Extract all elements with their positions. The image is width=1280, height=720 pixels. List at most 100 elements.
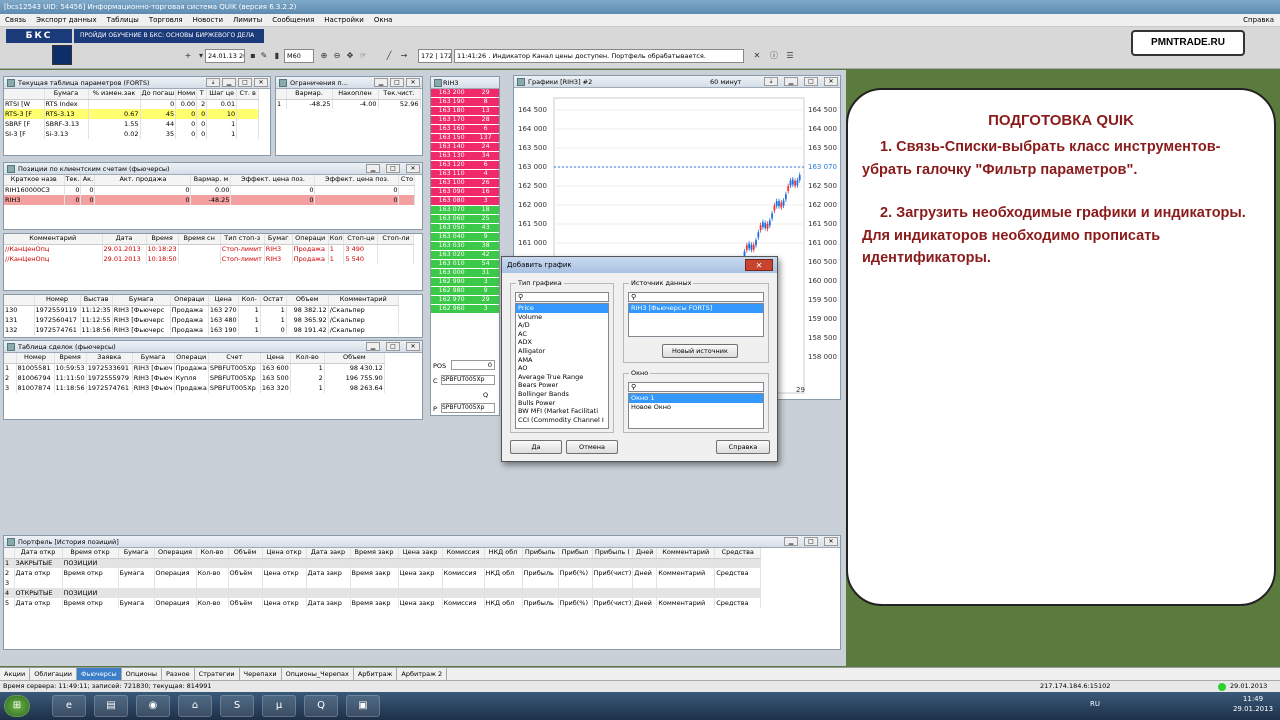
- volume-cell[interactable]: 42: [472, 250, 499, 261]
- portfolio-window-title[interactable]: Портфель [История позиций] ▁ □ ✕: [4, 536, 840, 548]
- price-cell[interactable]: 163 000: [431, 268, 473, 279]
- list-item[interactable]: BW MFI (Market Facilitati: [516, 407, 608, 416]
- window-search[interactable]: ⚲: [628, 382, 764, 392]
- col-header[interactable]: Номи: [175, 89, 198, 100]
- orderbook-buy-row[interactable]: 163 050 43: [431, 223, 499, 234]
- col-header[interactable]: Дата откр: [14, 548, 63, 559]
- stop-orders-window[interactable]: Комментарий Дата Время Время сн Тип стоп-з Бу…: [3, 233, 423, 291]
- table-row[interactable]: //КанЦенОпц 29.01.2013 10:18:23 Стоп-лимит R…: [4, 244, 415, 254]
- plus-icon[interactable]: +: [182, 50, 194, 62]
- volume-cell[interactable]: 26: [472, 178, 499, 189]
- volume-cell[interactable]: 13: [472, 106, 499, 117]
- orderbook-buy-row[interactable]: 163 040 9: [431, 232, 499, 243]
- chart-type-search[interactable]: ⚲: [515, 292, 609, 302]
- volume-cell[interactable]: 28: [472, 115, 499, 126]
- col-header[interactable]: Время закр: [350, 548, 399, 559]
- col-header[interactable]: Комментарий: [656, 548, 716, 559]
- message-field[interactable]: 11:41:26 . Индикатор Канал цены доступен…: [454, 49, 744, 63]
- col-header[interactable]: [4, 548, 15, 559]
- portfolio-window[interactable]: Портфель [История позиций] ▁ □ ✕ Дата от…: [3, 535, 841, 650]
- chart-type-list[interactable]: Price Volume A/D AC ADX Alligator AMA AO Average…: [515, 303, 609, 429]
- orderbook-buy-row[interactable]: 162 960 3: [431, 304, 499, 315]
- price-cell[interactable]: 163 080: [431, 196, 473, 207]
- workspace-tab[interactable]: Фьючерсы: [77, 668, 122, 680]
- sort-icon[interactable]: ⇣: [206, 78, 220, 87]
- sort-icon[interactable]: ⇣: [764, 77, 778, 86]
- table-row[interactable]: //КанЦенОпц 29.01.2013 10:18:50 Стоп-лимит R…: [4, 254, 415, 264]
- workspace-tab[interactable]: Арбитраж: [354, 668, 398, 680]
- workspace-tab[interactable]: Опционы: [122, 668, 162, 680]
- orderbook-buy-row[interactable]: 162 970 29: [431, 295, 499, 306]
- col-header[interactable]: Комиссия: [442, 548, 485, 559]
- orderbook-buy-row[interactable]: 163 070 18: [431, 205, 499, 216]
- orderbook-sell-row[interactable]: 163 150 137: [431, 133, 499, 144]
- lang-indicator[interactable]: RU: [1090, 700, 1100, 708]
- clock-time[interactable]: 11:49: [1230, 695, 1276, 703]
- minimize-button[interactable]: ▁: [374, 78, 388, 87]
- workspace-tab[interactable]: Облигации: [30, 668, 78, 680]
- list-item[interactable]: AO: [516, 364, 608, 373]
- orderbook-buy-row[interactable]: 163 000 31: [431, 268, 499, 279]
- price-cell[interactable]: 163 020: [431, 250, 473, 261]
- start-button[interactable]: ⊞: [4, 695, 30, 717]
- orderbook-buy-row[interactable]: 163 020 42: [431, 250, 499, 261]
- price-cell[interactable]: 163 110: [431, 169, 473, 180]
- quik-icon[interactable]: Q: [304, 695, 338, 717]
- info-icon[interactable]: ⓘ: [768, 50, 780, 62]
- close-button[interactable]: ✕: [824, 537, 838, 546]
- orderbook-sell-row[interactable]: 163 090 16: [431, 187, 499, 198]
- col-header[interactable]: % измен.зак: [88, 89, 141, 100]
- volume-cell[interactable]: 137: [472, 133, 499, 144]
- col-header[interactable]: Т: [196, 89, 208, 100]
- list-item[interactable]: Alligator: [516, 347, 608, 356]
- ie-icon[interactable]: e: [52, 695, 86, 717]
- volume-cell[interactable]: 31: [472, 268, 499, 279]
- network-icon[interactable]: ⌂: [178, 695, 212, 717]
- explorer-icon[interactable]: ▤: [94, 695, 128, 717]
- col-header[interactable]: Дней: [632, 548, 658, 559]
- volume-cell[interactable]: 25: [472, 214, 499, 225]
- price-cell[interactable]: 163 180: [431, 106, 473, 117]
- orderbook-sell-row[interactable]: 163 200 29: [431, 89, 499, 99]
- volume-cell[interactable]: 3: [472, 277, 499, 288]
- orderbook-buy-row[interactable]: 163 060 25: [431, 214, 499, 225]
- hand-icon[interactable]: ☞: [357, 50, 369, 62]
- table-row[interactable]: 2 81006794 11:11:50 1972555979 RIH3 [Фьюч Куп…: [4, 373, 385, 383]
- price-cell[interactable]: 163 190: [431, 97, 473, 108]
- price-cell[interactable]: 163 050: [431, 223, 473, 234]
- arrow-tool-icon[interactable]: →: [398, 50, 410, 62]
- orderbook-sell-row[interactable]: 163 130 34: [431, 151, 499, 162]
- table-row[interactable]: SBRF [F SBRF-3.13 1.55 44 0 0 1: [4, 119, 260, 129]
- cancel-button[interactable]: Отмена: [566, 440, 618, 454]
- minimize-button[interactable]: ▁: [366, 164, 380, 173]
- volume-cell[interactable]: 6: [472, 160, 499, 171]
- table-row[interactable]: 1 ЗАКРЫТЫЕ ПОЗИЦИИ: [4, 558, 762, 568]
- col-header[interactable]: Прибыль (: [592, 548, 634, 559]
- list-item[interactable]: AMA: [516, 356, 608, 365]
- menu-item-trading[interactable]: Торговля: [144, 14, 188, 27]
- close-button[interactable]: ✕: [406, 164, 420, 173]
- col-header[interactable]: Бумага: [44, 89, 89, 100]
- positions-window-title[interactable]: Позиции по клиентским счетам (фьючерсы) …: [4, 163, 422, 175]
- table-row[interactable]: 3: [4, 578, 762, 588]
- list-item[interactable]: AC: [516, 330, 608, 339]
- table-row[interactable]: 1 81005581 10:59:53 1972533691 RIH3 [Фьюч Про…: [4, 363, 385, 373]
- orderbook-sell-row[interactable]: 163 100 26: [431, 178, 499, 189]
- account-p-field[interactable]: SPBFUT005Xp: [441, 403, 495, 413]
- col-header[interactable]: Шаг це: [206, 89, 238, 100]
- list-item[interactable]: Average True Range: [516, 373, 608, 382]
- list-item[interactable]: Новое Окно: [629, 403, 763, 412]
- chart-window-title[interactable]: Графики [RIH3] #2 60 минут ⇣ ▁ □ ✕: [514, 76, 840, 88]
- volume-cell[interactable]: 4: [472, 169, 499, 180]
- workspace-tab[interactable]: Арбитраж 2: [397, 668, 448, 680]
- volume-cell[interactable]: 16: [472, 187, 499, 198]
- data-source-search[interactable]: ⚲: [628, 292, 764, 302]
- col-header[interactable]: Средства: [714, 548, 762, 559]
- maximize-button[interactable]: □: [238, 78, 252, 87]
- list-item[interactable]: Bollinger Bands: [516, 390, 608, 399]
- table-row[interactable]: 4 ОТКРЫТЫЕ ПОЗИЦИИ: [4, 588, 762, 598]
- list-item[interactable]: CCI (Commodity Channel I: [516, 416, 608, 425]
- orderbook-buy-row[interactable]: 163 030 38: [431, 241, 499, 252]
- table-row[interactable]: SI-3 [F Si-3.13 0.02 35 0 0 1: [4, 129, 260, 139]
- menu-item-limits[interactable]: Лимиты: [228, 14, 267, 27]
